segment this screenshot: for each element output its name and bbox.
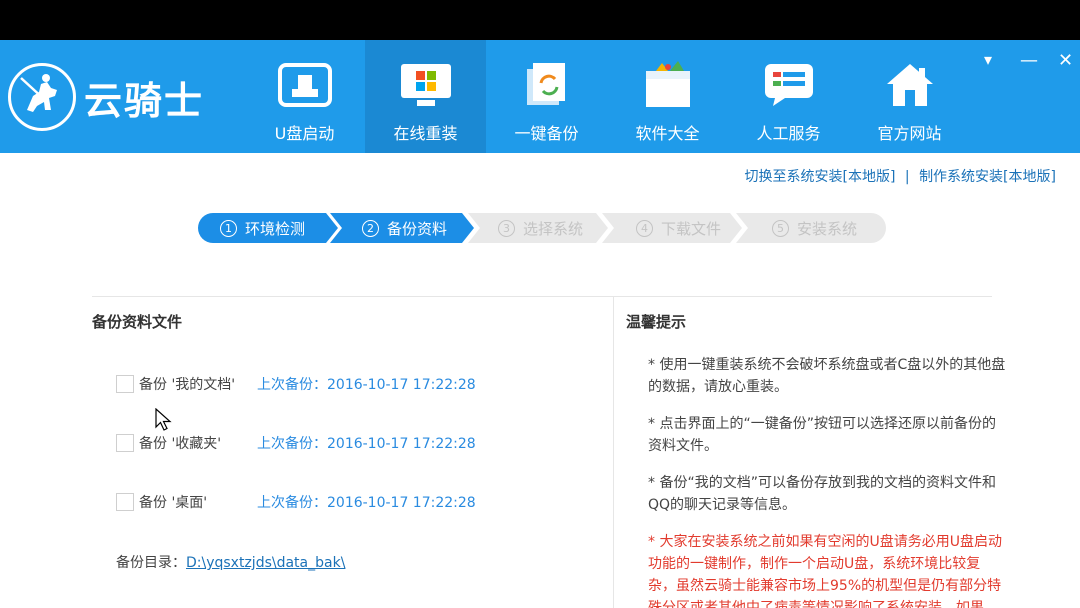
step-choose-system: 3 选择系统 [468, 213, 608, 243]
backup-documents-checkbox[interactable] [116, 375, 134, 393]
mode-switch-links: 切换至系统安装[本地版] | 制作系统安装[本地版] [745, 166, 1057, 186]
logo-text: 云骑士 [84, 77, 205, 123]
backup-directory: 备份目录：D:\yqsxtzjds\data_bak\ [116, 552, 345, 572]
dropdown-menu-icon[interactable]: ▾ [984, 50, 992, 69]
backup-item-name: 备份 '桌面' [139, 495, 208, 511]
backup-favorites-checkbox[interactable] [116, 434, 134, 452]
app-window: 云骑士 U盘启动 在线重装 一键备份 软件大全 人工服务 官方网站 ▾ — ✕ … [0, 40, 1080, 608]
step-label: 环境检测 [245, 219, 306, 238]
nav-one-click-backup[interactable]: 一键备份 [486, 40, 607, 153]
header-bar: 云骑士 U盘启动 在线重装 一键备份 软件大全 人工服务 官方网站 ▾ — ✕ [0, 40, 1080, 153]
nav-official-site[interactable]: 官方网站 [849, 40, 970, 153]
step-number: 5 [772, 219, 789, 237]
close-icon[interactable]: ✕ [1058, 50, 1073, 71]
tip-text: * 点击界面上的“一键备份”按钮可以选择还原以前备份的资料文件。 [648, 416, 996, 454]
step-label: 备份资料 [387, 219, 448, 238]
backup-desktop-checkbox[interactable] [116, 493, 134, 511]
step-label: 选择系统 [523, 219, 584, 238]
backup-dir-label: 备份目录： [116, 555, 186, 571]
nav-software[interactable]: 软件大全 [607, 40, 728, 153]
step-download-files: 4 下载文件 [602, 213, 742, 243]
logo: 云骑士 [8, 62, 240, 132]
backup-dir-link[interactable]: D:\yqsxtzjds\data_bak\ [186, 555, 345, 571]
tips-panel-title: 温馨提示 [626, 313, 687, 331]
mouse-cursor-icon [155, 408, 172, 431]
backup-item-documents: 备份 '我的文档' 上次备份：2016-10-17 17:22:28 [116, 374, 476, 394]
step-number: 1 [220, 219, 237, 237]
backup-item-desktop: 备份 '桌面' 上次备份：2016-10-17 17:22:28 [116, 492, 476, 512]
windows-monitor-icon [399, 62, 453, 108]
step-label: 下载文件 [661, 219, 722, 238]
switch-local-install-link[interactable]: 切换至系统安装[本地版] [745, 169, 896, 185]
software-box-icon [641, 61, 695, 108]
divider-vertical [613, 296, 614, 608]
divider-horizontal [92, 296, 992, 297]
make-local-install-link[interactable]: 制作系统安装[本地版] [919, 169, 1056, 185]
backup-item-name: 备份 '收藏夹' [139, 436, 222, 452]
home-icon [883, 62, 937, 108]
nav-online-reinstall[interactable]: 在线重装 [365, 40, 486, 153]
backup-icon [520, 62, 574, 108]
backup-last-time: 上次备份：2016-10-17 17:22:28 [257, 436, 476, 452]
backup-last-time: 上次备份：2016-10-17 17:22:28 [257, 377, 476, 393]
tip-text: * 使用一键重装系统不会破坏系统盘或者C盘以外的其他盘的数据，请放心重装。 [648, 357, 1006, 395]
usb-drive-icon [277, 62, 332, 108]
backup-panel-title: 备份资料文件 [92, 313, 183, 331]
step-number: 2 [362, 219, 379, 237]
step-install-system: 5 安装系统 [736, 213, 886, 243]
nav-support[interactable]: 人工服务 [728, 40, 849, 153]
step-label: 安装系统 [797, 219, 858, 238]
knight-logo-icon [8, 63, 76, 131]
step-backup-data: 2 备份资料 [330, 213, 474, 243]
nav-usb-boot[interactable]: U盘启动 [244, 40, 365, 153]
minimize-icon[interactable]: — [1020, 50, 1038, 71]
backup-item-name: 备份 '我的文档' [139, 377, 236, 393]
step-environment-check: 1 环境检测 [198, 213, 338, 243]
tip-warning-text: * 大家在安装系统之前如果有空闲的U盘请务必用U盘启动功能的一键制作，制作一个启… [648, 534, 1002, 608]
backup-last-time: 上次备份：2016-10-17 17:22:28 [257, 495, 476, 511]
main-nav: U盘启动 在线重装 一键备份 软件大全 人工服务 官方网站 [244, 40, 970, 153]
chat-service-icon [762, 62, 816, 108]
step-number: 3 [498, 219, 515, 237]
step-number: 4 [636, 219, 653, 237]
backup-item-favorites: 备份 '收藏夹' 上次备份：2016-10-17 17:22:28 [116, 433, 476, 453]
link-separator: | [904, 169, 910, 185]
tip-text: * 备份“我的文档”可以备份存放到我的文档的资料文件和QQ的聊天记录等信息。 [648, 475, 996, 513]
